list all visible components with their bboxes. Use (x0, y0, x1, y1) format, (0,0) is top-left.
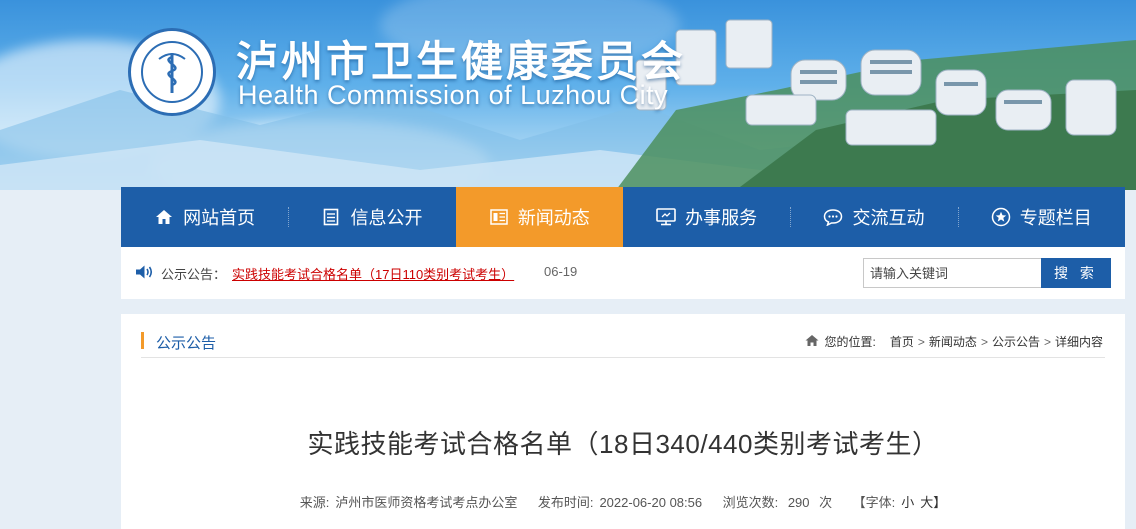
nav-item-services[interactable]: 办事服务 (623, 187, 790, 247)
nav-item-label: 交流互动 (852, 208, 925, 228)
breadcrumb: 您的位置: 首页 > 新闻动态 > 公示公告 > 详细内容 (805, 333, 1103, 350)
search-input[interactable] (863, 258, 1043, 288)
nav-item-label: 新闻动态 (517, 208, 590, 228)
views-label: 浏览次数: (722, 495, 779, 510)
nav-item-label: 专题栏目 (1019, 208, 1092, 228)
chat-icon (823, 207, 843, 227)
views-unit: 次 (819, 495, 833, 510)
speaker-icon (134, 264, 154, 285)
section-accent-bar (141, 332, 144, 349)
star-icon (991, 207, 1011, 227)
home-icon (805, 334, 819, 350)
breadcrumb-item-home[interactable]: 首页 (890, 333, 914, 350)
document-icon (321, 207, 341, 227)
search-button[interactable]: 搜 索 (1041, 258, 1111, 288)
notice-bar: 公示公告： 实践技能考试合格名单（17日110类别考试考生） 06-19 搜 索 (121, 247, 1125, 299)
article-meta: 来源: 泸州市医师资格考试考点办公室 发布时间: 2022-06-20 08:56 … (121, 492, 1125, 511)
source-label: 来源: (299, 495, 330, 510)
newspaper-icon (489, 207, 509, 227)
font-size-label: 【字体: (852, 495, 896, 510)
breadcrumb-item-notices[interactable]: 公示公告 (992, 333, 1040, 350)
header-banner: 泸州市卫生健康委员会 Health Commission of Luzhou C… (0, 0, 1136, 190)
section-title: 公示公告 (156, 335, 217, 352)
nav-item-topics[interactable]: 专题栏目 (957, 187, 1125, 247)
article-source: 泸州市医师资格考试考点办公室 (335, 495, 518, 510)
nav-item-interaction[interactable]: 交流互动 (790, 187, 957, 247)
font-small-button[interactable]: 小 (901, 495, 914, 510)
breadcrumb-item-news[interactable]: 新闻动态 (929, 333, 977, 350)
nav-item-label: 网站首页 (183, 208, 256, 228)
article-published: 2022-06-20 08:56 (599, 495, 703, 510)
notice-date: 06-19 (544, 264, 578, 279)
breadcrumb-prefix: 您的位置: (824, 335, 876, 349)
content-panel: 公示公告 您的位置: 首页 > 新闻动态 > 公示公告 > 详细内容 实践技能考… (121, 314, 1125, 529)
breadcrumb-separator: > (917, 334, 925, 349)
section-divider (141, 357, 1105, 358)
nav-item-label: 办事服务 (685, 208, 758, 228)
article-title: 实践技能考试合格名单（18日340/440类别考试考生） (307, 429, 939, 459)
nav-item-home[interactable]: 网站首页 (121, 187, 288, 247)
site-logo[interactable] (128, 28, 216, 116)
nav-item-label: 信息公开 (350, 208, 423, 228)
breadcrumb-separator: > (980, 334, 988, 349)
article-views: 290 (787, 495, 810, 510)
breadcrumb-item-detail[interactable]: 详细内容 (1055, 333, 1103, 350)
font-large-button[interactable]: 大】 (920, 495, 946, 510)
nav-item-info[interactable]: 信息公开 (288, 187, 455, 247)
published-label: 发布时间: (537, 495, 594, 510)
home-icon (154, 207, 174, 227)
monitor-icon (656, 207, 676, 227)
main-navigation: 网站首页 信息公开 新闻动态 办事服务 交流互动 专题栏目 (121, 187, 1125, 247)
site-subtitle: Health Commission of Luzhou City (238, 80, 669, 110)
nav-item-news[interactable]: 新闻动态 (455, 187, 623, 247)
notice-label: 公示公告： (161, 267, 227, 282)
city-illustration (616, 19, 1136, 190)
breadcrumb-separator: > (1043, 334, 1051, 349)
notice-link[interactable]: 实践技能考试合格名单（17日110类别考试考生） (232, 264, 514, 283)
caduceus-icon (141, 41, 203, 103)
